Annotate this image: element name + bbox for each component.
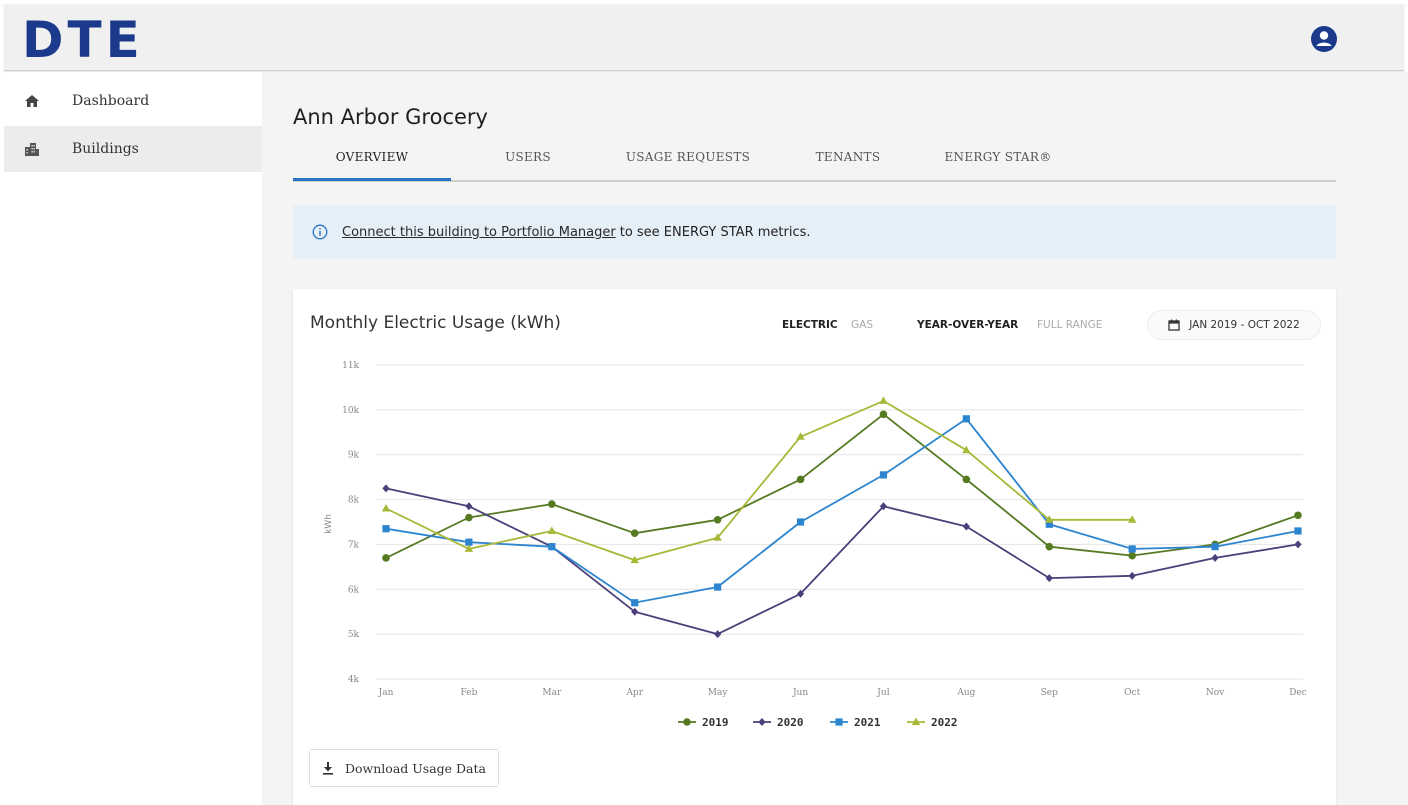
legend-marker [683,718,691,726]
data-point-2020 [1211,553,1219,562]
y-tick-label: 5k [348,630,360,640]
tab-tenants[interactable]: TENANTS [798,150,898,180]
data-point-2020 [714,630,722,639]
tab-users[interactable]: USERS [483,150,573,180]
data-point-2020 [1128,571,1136,580]
data-point-2019 [1294,511,1302,520]
x-tick-label: Nov [1206,688,1225,698]
sidebar-item-buildings[interactable]: Buildings [4,126,262,172]
data-point-2022 [547,526,557,534]
sidebar-item-dashboard[interactable]: Dashboard [4,78,262,124]
x-tick-label: Sep [1041,688,1058,698]
x-tick-label: Mar [542,688,562,698]
active-tab-indicator [293,178,451,181]
tab-usage-requests[interactable]: USAGE REQUESTS [613,150,763,180]
download-usage-data-button[interactable]: Download Usage Data [309,749,499,787]
legend-label: 2020 [777,716,804,729]
usage-line-chart: 4k 5k 6k 7k 8k 9k 10k 11k Jan Feb Mar Apr May Jun Jul A… [324,361,1307,729]
y-axis-label: kWh [324,514,334,534]
usage-chart-card: Monthly Electric Usage (kWh) ELECTRIC GA… [293,289,1336,805]
data-point-2021 [631,599,639,607]
data-point-2021 [382,525,390,533]
data-point-2021 [796,518,805,526]
data-point-2019 [962,475,971,484]
legend-marker [758,718,766,726]
data-point-2021 [962,415,970,423]
data-point-2021 [548,543,556,551]
legend-marker [835,718,843,726]
portfolio-manager-link[interactable]: Connect this building to Portfolio Manag… [342,225,616,240]
data-point-2019 [879,410,888,419]
data-point-2022 [879,396,888,404]
top-bar: DTE [4,4,1404,71]
legend-label: 2019 [702,716,729,729]
data-point-2021 [1211,543,1219,551]
data-point-2022 [381,504,391,512]
x-tick-label: Jun [792,688,808,698]
y-tick-label: 9k [348,451,360,461]
data-point-2020 [1294,540,1302,549]
sidebar: Dashboard Buildings [4,72,262,805]
data-point-2019 [1045,542,1054,551]
data-point-2020 [1045,574,1053,583]
data-point-2021 [714,583,722,591]
x-tick-label: Apr [625,688,643,698]
tab-bar: OVERVIEW USERS USAGE REQUESTS TENANTS EN… [293,142,1336,182]
x-tick-label: Oct [1124,688,1140,698]
x-tick-label: Dec [1289,688,1307,698]
x-tick-label: Jan [378,688,394,698]
main-content: Ann Arbor Grocery OVERVIEW USERS USAGE R… [262,72,1408,805]
data-point-2020 [962,522,970,531]
series-line-2022 [385,400,1133,562]
data-point-2022 [962,445,971,454]
data-point-2020 [465,502,473,511]
info-icon [312,224,328,240]
x-tick-label: Jul [876,688,889,698]
legend-label: 2021 [854,716,881,729]
x-tick-label: May [708,688,729,698]
y-tick-label: 10k [342,406,359,416]
tab-energy-star[interactable]: ENERGY STAR® [938,150,1058,180]
x-tick-label: Aug [956,688,975,698]
info-banner: Connect this building to Portfolio Manag… [293,205,1336,259]
x-tick-label: Feb [460,688,477,698]
home-icon [22,94,42,108]
page-title: Ann Arbor Grocery [293,105,488,129]
data-point-2021 [879,471,888,479]
sidebar-item-label: Buildings [72,141,139,157]
download-icon [323,762,333,775]
data-point-2020 [382,484,390,493]
user-account-icon[interactable] [1309,24,1339,54]
legend-label: 2022 [931,716,958,729]
y-tick-label: 7k [348,540,360,550]
buildings-icon [22,141,42,157]
data-point-2019 [382,554,390,562]
data-point-2019 [465,513,473,522]
data-point-2021 [1294,527,1302,535]
tab-overview[interactable]: OVERVIEW [293,150,451,180]
download-button-label: Download Usage Data [345,760,486,776]
y-tick-label: 11k [342,361,359,371]
sidebar-item-label: Dashboard [72,93,150,109]
series-line-2020 [385,487,1299,636]
data-point-2019 [1128,551,1136,560]
data-point-2019 [713,515,722,524]
data-point-2021 [1128,545,1136,553]
dte-logo[interactable]: DTE [22,12,144,68]
y-tick-label: 8k [348,496,360,506]
data-point-2019 [796,475,805,484]
y-tick-label: 4k [348,675,360,685]
data-point-2019 [548,500,556,508]
data-point-2019 [630,529,639,538]
y-tick-label: 6k [348,585,360,595]
banner-text: to see ENERGY STAR metrics. [619,224,811,240]
